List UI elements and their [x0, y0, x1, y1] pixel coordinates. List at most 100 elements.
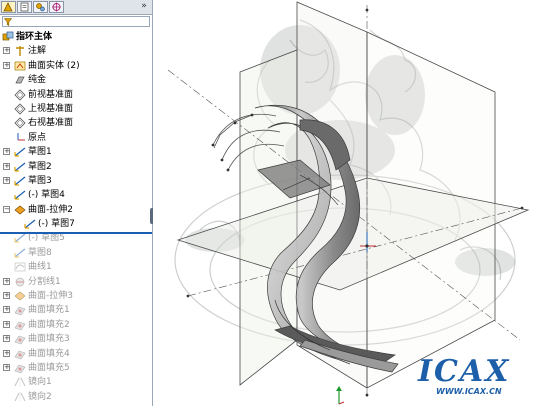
tree-item-label: 曲面-拉伸2 [28, 204, 73, 215]
tree-item[interactable]: 镜向1 [0, 375, 152, 389]
surface-fill-icon [14, 348, 26, 360]
rollback-bar[interactable] [0, 232, 152, 234]
configuration-manager-tab[interactable] [33, 1, 48, 13]
tree-filter-box[interactable] [2, 16, 150, 27]
tree-item[interactable]: 草图8 [0, 246, 152, 260]
expand-toggle[interactable]: + [3, 349, 10, 357]
expand-toggle[interactable]: + [3, 61, 10, 69]
tree-item[interactable]: + 曲面填充4 [0, 347, 152, 361]
part-icon [2, 31, 14, 43]
property-manager-tab[interactable] [17, 1, 32, 13]
tree-item-label: 分割线1 [28, 276, 61, 287]
expand-toggle[interactable]: + [3, 47, 10, 55]
tree-root[interactable]: 指环主体 [0, 30, 152, 44]
tree-item-label: 曲面填充2 [28, 319, 70, 330]
tree-item-label: 曲面填充1 [28, 305, 70, 316]
curve-icon [14, 261, 26, 273]
expand-toggle[interactable]: + [3, 306, 10, 314]
tree-item-label: 指环主体 [16, 32, 53, 42]
watermark-logo: ICAX WWW.ICAX.CN [418, 354, 538, 400]
configuration-manager-icon [36, 3, 45, 12]
sketch-icon [14, 189, 26, 201]
tree-item-label: 镜向1 [28, 377, 52, 388]
expand-toggle[interactable]: + [3, 292, 10, 300]
tree-item[interactable]: 前视基准面 [0, 88, 152, 102]
sketch-icon [14, 232, 26, 244]
view-triad [333, 385, 345, 405]
tree-item[interactable]: + 分割线1 [0, 275, 152, 289]
material-icon [14, 74, 26, 86]
tree-item-label: 前视基准面 [28, 89, 74, 100]
tree-item[interactable]: 右视基准面 [0, 116, 152, 130]
tree-item[interactable]: (-) 草图4 [0, 188, 152, 202]
tree-item[interactable]: + 注解 [0, 44, 152, 58]
tree-item[interactable]: + 曲面填充2 [0, 318, 152, 332]
watermark-logo-text: ICAX [418, 354, 511, 389]
tree-item-label: 注解 [28, 46, 47, 57]
tree-item[interactable]: + 曲面-拉伸3 [0, 289, 152, 303]
tree-item[interactable]: + 曲面填充3 [0, 332, 152, 346]
sketch-icon [14, 175, 26, 187]
tree-item[interactable]: − 曲面-拉伸2 [0, 203, 152, 217]
tree-item-label: 上视基准面 [28, 103, 74, 114]
expand-toggle[interactable]: + [3, 176, 10, 184]
expand-toggle[interactable]: + [3, 162, 10, 170]
surface-fill-icon [14, 333, 26, 345]
tree-item-label: 曲面填充5 [28, 362, 70, 373]
feature-manager-panel: » 指环主体 + 注解 + 曲面实体 (2) 纯金前视基准面上视基准面右视基准面原点 + 草图… [0, 0, 153, 406]
tree-item-label: 草图3 [28, 175, 52, 186]
surface-fill-icon [14, 304, 26, 316]
tree-item-label: (-) 草图7 [38, 219, 75, 230]
tree-item[interactable]: (-) 草图7 [0, 217, 152, 231]
tree-item-label: 原点 [28, 132, 47, 143]
graphics-viewport[interactable]: ICAX WWW.ICAX.CN [153, 0, 550, 406]
tree-item-label: (-) 草图4 [28, 190, 65, 201]
tree-item[interactable]: 纯金 [0, 73, 152, 87]
tree-item-label: 曲面-拉伸3 [28, 291, 73, 302]
feature-manager-tab[interactable] [1, 1, 16, 13]
tree-item[interactable]: + 草图2 [0, 160, 152, 174]
origin-icon [14, 132, 26, 144]
feature-tree: 指环主体 + 注解 + 曲面实体 (2) 纯金 前视基准面 上视基准面 右视基准面 原点 + 草图1 +… [0, 30, 152, 404]
expand-toggle[interactable]: + [3, 277, 10, 285]
annotation-icon [14, 45, 26, 57]
filter-icon [4, 18, 12, 26]
dimxpert-manager-tab[interactable] [49, 1, 64, 13]
tree-item[interactable]: + 曲面填充1 [0, 303, 152, 317]
plane-icon [14, 117, 26, 129]
tree-item[interactable]: + 曲面填充5 [0, 361, 152, 375]
tree-item[interactable]: 镜向2 [0, 390, 152, 404]
expand-toggle[interactable]: + [3, 148, 10, 156]
surface-fill-icon [14, 319, 26, 331]
sketch-icon [14, 146, 26, 158]
expand-toggle[interactable]: + [3, 320, 10, 328]
plane-icon [14, 88, 26, 101]
tree-item-label: 曲线1 [28, 262, 52, 273]
tree-item[interactable]: 原点 [0, 131, 152, 145]
surface-fill-icon [14, 362, 26, 374]
tree-item[interactable]: + 曲面实体 (2) [0, 59, 152, 73]
dimxpert-icon [52, 2, 61, 12]
sketch-icon [14, 247, 26, 259]
tree-item[interactable]: + 草图3 [0, 174, 152, 188]
tree-item[interactable]: + 草图1 [0, 145, 152, 159]
split-line-icon [14, 276, 26, 288]
collapse-toggle[interactable]: − [3, 205, 10, 213]
watermark-url: WWW.ICAX.CN [436, 387, 502, 396]
model-view [167, 1, 530, 400]
property-manager-icon [20, 2, 29, 12]
expand-toggle[interactable]: + [3, 335, 10, 343]
sketch-icon [14, 161, 26, 173]
tree-item-label: 草图1 [28, 147, 52, 158]
tree-item[interactable]: 曲线1 [0, 260, 152, 274]
mirror-icon [14, 391, 26, 403]
expand-toggle[interactable]: + [3, 363, 10, 371]
surface-bodies-icon [14, 60, 26, 72]
surface-extrude-icon [14, 290, 26, 302]
tree-item[interactable]: 上视基准面 [0, 102, 152, 116]
more-tabs-button[interactable]: » [138, 0, 150, 13]
tree-item-label: 曲面填充4 [28, 348, 70, 359]
tree-item-label: 曲面填充3 [28, 334, 70, 345]
tree-item-label: 草图2 [28, 161, 52, 172]
feature-manager-icon [3, 2, 13, 12]
